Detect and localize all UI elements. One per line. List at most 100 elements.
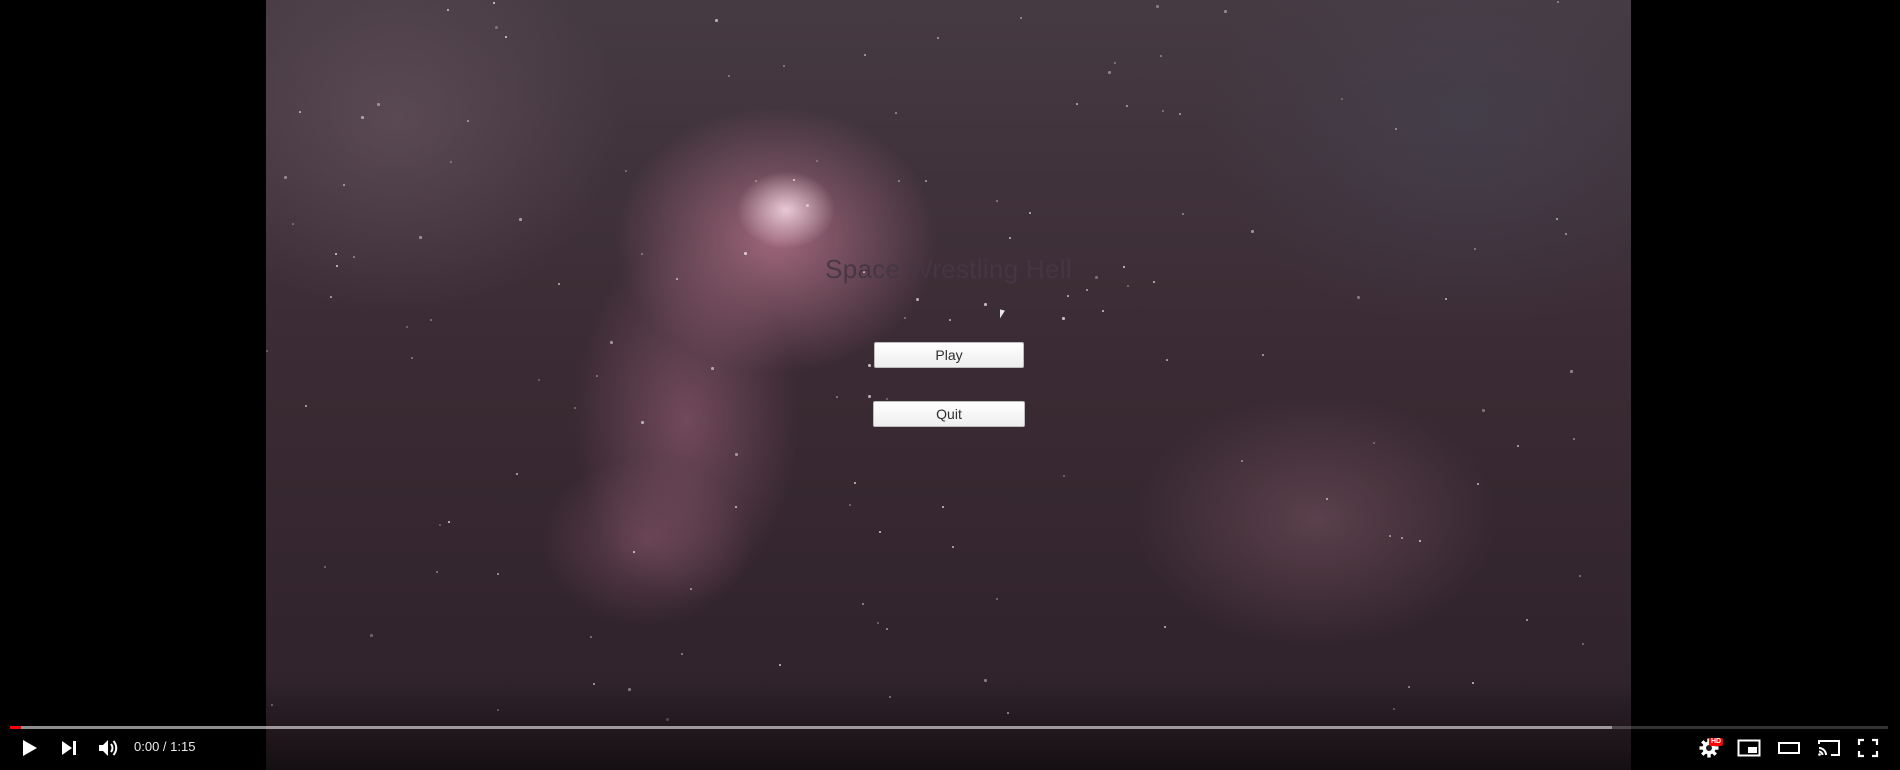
star	[1556, 218, 1558, 220]
quit-button[interactable]: Quit	[873, 401, 1025, 427]
star	[1573, 438, 1575, 440]
star	[681, 653, 683, 655]
current-time: 0:00	[134, 739, 160, 754]
star	[676, 278, 678, 280]
star	[728, 75, 730, 77]
star	[898, 180, 900, 182]
star	[1224, 10, 1227, 13]
star	[641, 253, 643, 255]
duration: 1:15	[170, 739, 196, 754]
star	[1102, 310, 1104, 312]
next-button[interactable]	[56, 736, 82, 760]
star	[1126, 105, 1128, 107]
miniplayer-button[interactable]	[1735, 736, 1763, 760]
star	[690, 588, 692, 590]
star	[816, 160, 818, 162]
star	[1095, 276, 1098, 279]
star	[411, 357, 413, 359]
time-separator: /	[159, 739, 171, 754]
progress-bar[interactable]	[10, 726, 1888, 729]
mute-button[interactable]	[95, 736, 123, 760]
star	[1389, 535, 1391, 537]
star	[406, 326, 408, 328]
star	[1009, 237, 1011, 239]
star	[904, 317, 906, 319]
star	[1020, 17, 1022, 19]
cast-button[interactable]	[1815, 736, 1843, 760]
star	[1419, 540, 1421, 542]
progress-loaded	[10, 726, 1612, 729]
star	[854, 482, 856, 484]
star	[755, 180, 757, 182]
star	[436, 571, 438, 573]
theater-mode-button[interactable]	[1775, 736, 1803, 760]
star	[1262, 354, 1264, 356]
star	[1373, 442, 1375, 444]
star	[711, 367, 714, 370]
star	[1241, 460, 1243, 462]
star	[516, 473, 518, 475]
star	[1326, 498, 1328, 500]
star	[377, 103, 380, 106]
star	[1063, 475, 1065, 477]
star	[450, 161, 452, 163]
star	[862, 603, 864, 605]
star	[1570, 370, 1573, 373]
star	[292, 223, 294, 225]
video-frame[interactable]: Space Wrestling Hell Play Quit	[266, 0, 1631, 770]
star	[1086, 289, 1088, 291]
star	[849, 504, 851, 506]
cast-icon	[1818, 740, 1840, 756]
star	[330, 296, 332, 298]
star	[1582, 643, 1584, 645]
volume-icon	[99, 740, 118, 756]
star	[1062, 317, 1065, 320]
star	[590, 636, 592, 638]
theater-mode-icon	[1778, 742, 1800, 754]
star	[996, 200, 998, 202]
star	[868, 395, 871, 398]
star	[353, 256, 355, 258]
star	[305, 405, 307, 407]
star	[984, 303, 987, 306]
star	[868, 364, 871, 367]
star	[1127, 285, 1129, 287]
star	[735, 506, 737, 508]
star	[1579, 575, 1581, 577]
star	[779, 664, 781, 666]
star	[937, 37, 939, 39]
star	[879, 531, 881, 533]
star	[1160, 55, 1162, 57]
play-button[interactable]: Play	[874, 342, 1024, 368]
star	[1341, 98, 1343, 100]
star	[1395, 128, 1397, 130]
star	[467, 120, 469, 122]
star	[538, 379, 540, 381]
star	[439, 524, 441, 526]
star	[493, 2, 495, 4]
star	[886, 628, 888, 630]
star	[625, 170, 627, 172]
star	[1166, 359, 1168, 361]
star	[361, 116, 364, 119]
star	[448, 521, 450, 523]
progress-played	[10, 726, 22, 729]
star	[1251, 230, 1254, 233]
star	[1401, 537, 1403, 539]
star	[942, 506, 944, 508]
star	[1517, 445, 1519, 447]
star	[1114, 62, 1116, 64]
star	[735, 453, 738, 456]
play-control-button[interactable]	[16, 736, 42, 760]
star	[324, 566, 326, 568]
star	[1474, 248, 1476, 250]
play-icon	[23, 740, 37, 756]
fullscreen-icon	[1857, 738, 1879, 758]
hd-badge: HD	[1709, 738, 1724, 746]
miniplayer-icon	[1737, 739, 1761, 757]
video-player[interactable]: Space Wrestling Hell Play Quit 0:00 / 1:…	[0, 0, 1900, 770]
star	[419, 236, 422, 239]
fullscreen-button[interactable]	[1854, 736, 1882, 760]
star	[925, 180, 927, 182]
star	[1123, 266, 1125, 268]
